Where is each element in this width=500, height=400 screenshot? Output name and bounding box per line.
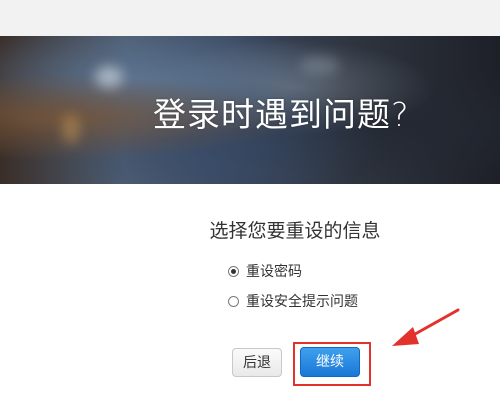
top-strip — [0, 0, 500, 36]
reset-prompt: 选择您要重设的信息 — [209, 220, 381, 242]
option-reset-password[interactable]: 重设密码 — [228, 261, 302, 281]
bokeh-light — [62, 114, 80, 144]
arrow-shaft — [406, 308, 460, 340]
page: 登录时遇到问题? 选择您要重设的信息 重设密码 重设安全提示问题 后退 继续 — [0, 0, 500, 400]
option-label: 重设密码 — [246, 264, 302, 280]
back-button[interactable]: 后退 — [232, 348, 282, 377]
bokeh-light — [95, 66, 123, 88]
radio-selected-icon[interactable] — [228, 265, 239, 277]
arrow-head — [392, 327, 419, 346]
option-label: 重设安全提示问题 — [246, 294, 358, 310]
hero-title: 登录时遇到问题? — [153, 95, 410, 134]
radio-unselected-icon[interactable] — [228, 295, 239, 307]
option-reset-security-question[interactable]: 重设安全提示问题 — [228, 291, 358, 311]
continue-button[interactable]: 继续 — [300, 347, 360, 377]
bokeh-light — [300, 56, 340, 74]
hero-banner: 登录时遇到问题? — [0, 36, 500, 184]
